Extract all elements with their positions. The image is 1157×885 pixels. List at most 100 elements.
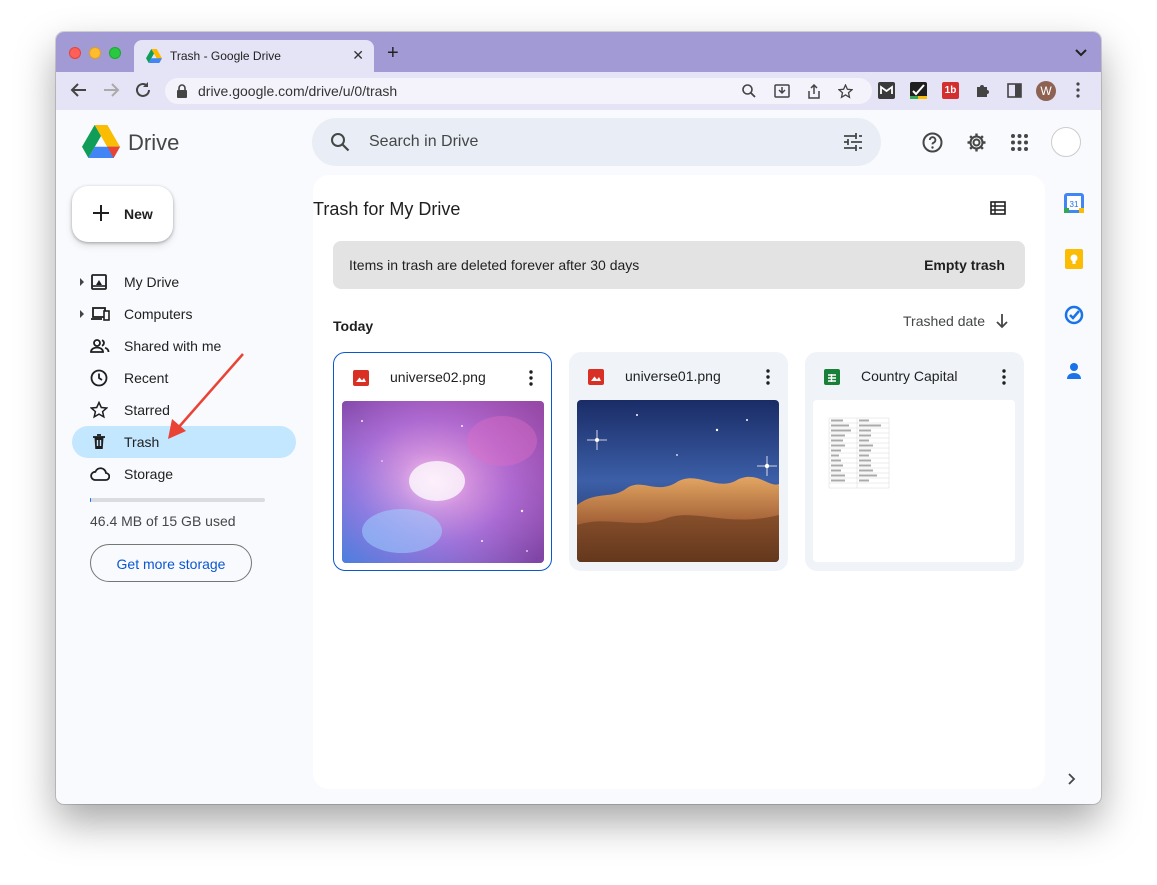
trash-icon	[90, 433, 108, 456]
sidebar-item-computers[interactable]: Computers	[72, 298, 296, 330]
tb-extension-icon[interactable]: 1b	[942, 82, 959, 99]
sidebar-item-label: Computers	[124, 306, 193, 322]
sidebar-item-label: Trash	[124, 434, 160, 450]
sort-direction-arrow-icon[interactable]	[995, 313, 1009, 334]
calendar-app-icon[interactable]: 31	[1064, 193, 1084, 218]
help-icon[interactable]	[922, 132, 943, 158]
tab-strip: Trash - Google Drive ✕ +	[56, 32, 1101, 72]
file-name: Country Capital	[861, 368, 958, 384]
search-options-icon[interactable]	[843, 133, 863, 156]
chevron-right-icon[interactable]	[1068, 772, 1076, 790]
new-button[interactable]: New	[72, 186, 173, 242]
keep-app-icon[interactable]	[1064, 249, 1084, 274]
share-icon[interactable]	[807, 83, 821, 104]
sort-button[interactable]: Trashed date	[903, 313, 985, 329]
gmail-extension-icon[interactable]	[878, 82, 895, 99]
my-drive-icon	[90, 273, 108, 296]
browser-tab[interactable]: Trash - Google Drive ✕	[134, 40, 374, 72]
computers-icon	[90, 305, 110, 328]
browser-toolbar: drive.google.com/drive/u/0/trash 1b W	[56, 72, 1101, 110]
image-file-icon	[353, 370, 369, 391]
get-more-storage-label: Get more storage	[116, 556, 226, 572]
tab-title: Trash - Google Drive	[170, 49, 281, 63]
puzzle-extensions-icon[interactable]	[974, 82, 991, 99]
apps-grid-icon[interactable]	[1011, 134, 1028, 156]
storage-usage-fill	[90, 498, 91, 502]
browser-menu-icon[interactable]	[1076, 82, 1080, 103]
back-arrow-icon[interactable]	[70, 81, 88, 104]
search-input[interactable]: Search in Drive	[369, 133, 478, 151]
bookmark-star-icon[interactable]	[837, 83, 854, 104]
drive-favicon-icon	[146, 49, 162, 68]
file-name: universe01.png	[625, 368, 721, 384]
minimize-window-button[interactable]	[89, 47, 101, 59]
settings-gear-icon[interactable]	[966, 132, 987, 158]
more-options-icon[interactable]	[766, 369, 770, 390]
sidebar-item-label: My Drive	[124, 274, 180, 290]
search-bar[interactable]: Search in Drive	[312, 118, 881, 166]
file-name: universe02.png	[390, 369, 486, 385]
sidebar-item-label: Starred	[124, 402, 170, 418]
tasks-app-icon[interactable]	[1064, 305, 1084, 330]
forward-arrow-icon[interactable]	[102, 81, 120, 104]
file-thumbnail	[342, 401, 544, 563]
expand-arrow-icon[interactable]	[80, 310, 84, 318]
drive-logo-icon[interactable]	[82, 125, 120, 163]
more-options-icon[interactable]	[1002, 369, 1006, 390]
new-button-label: New	[124, 206, 153, 222]
install-icon[interactable]	[774, 84, 790, 103]
sidebar-item-my-drive[interactable]: My Drive	[72, 266, 296, 298]
more-options-icon[interactable]	[529, 370, 533, 391]
empty-trash-button[interactable]: Empty trash	[924, 257, 1005, 273]
address-bar[interactable]: drive.google.com/drive/u/0/trash	[165, 78, 872, 104]
banner-text: Items in trash are deleted forever after…	[349, 257, 640, 273]
contacts-app-icon[interactable]	[1064, 361, 1084, 386]
plus-icon	[90, 202, 112, 229]
close-tab-icon[interactable]: ✕	[352, 47, 364, 64]
sidebar-item-storage[interactable]: Storage	[72, 458, 296, 490]
url-text: drive.google.com/drive/u/0/trash	[198, 83, 398, 99]
sidebar-item-recent[interactable]: Recent	[72, 362, 296, 394]
shared-icon	[90, 337, 110, 360]
checkmark-extension-icon[interactable]	[910, 82, 927, 99]
maximize-window-button[interactable]	[109, 47, 121, 59]
trash-info-banner: Items in trash are deleted forever after…	[333, 241, 1025, 289]
account-avatar[interactable]	[1051, 127, 1081, 157]
file-thumbnail	[577, 400, 779, 562]
file-thumbnail	[813, 400, 1015, 562]
file-card[interactable]: Country Capital	[805, 352, 1024, 571]
chevron-down-icon[interactable]	[1075, 44, 1087, 62]
sidebar-item-label: Recent	[124, 370, 169, 386]
svg-text:31: 31	[1070, 200, 1079, 209]
new-tab-icon[interactable]: +	[387, 42, 399, 65]
file-card[interactable]: universe02.png	[333, 352, 552, 571]
profile-avatar[interactable]: W	[1036, 81, 1056, 101]
sidebar-item-shared-with-me[interactable]: Shared with me	[72, 330, 296, 362]
list-view-icon[interactable]	[990, 201, 1006, 220]
sidebar-item-label: Storage	[124, 466, 174, 482]
lock-icon	[176, 84, 188, 103]
storage-usage-text: 46.4 MB of 15 GB used	[90, 513, 236, 529]
storage-usage-bar	[90, 498, 265, 502]
close-window-button[interactable]	[69, 47, 81, 59]
sidebar-item-trash[interactable]: Trash	[72, 426, 296, 458]
browser-window: Trash - Google Drive ✕ + drive.google.co…	[56, 32, 1101, 804]
sidebar-item-starred[interactable]: Starred	[72, 394, 296, 426]
zoom-search-icon[interactable]	[742, 84, 756, 103]
reload-icon[interactable]	[134, 81, 152, 104]
spreadsheet-file-icon	[824, 369, 840, 390]
star-icon	[89, 400, 109, 424]
clock-icon	[90, 369, 108, 392]
get-more-storage-button[interactable]: Get more storage	[90, 544, 252, 582]
cloud-icon	[90, 465, 111, 488]
side-panel-icon[interactable]	[1006, 82, 1023, 99]
image-file-icon	[588, 369, 604, 390]
app-name: Drive	[128, 130, 180, 155]
expand-arrow-icon[interactable]	[80, 278, 84, 286]
file-card[interactable]: universe01.png	[569, 352, 788, 571]
page-title: Trash for My Drive	[313, 199, 461, 219]
search-icon[interactable]	[330, 132, 350, 157]
main-content: Trash for My Drive Items in trash are de…	[313, 175, 1045, 789]
section-heading: Today	[333, 318, 374, 334]
sidebar-item-label: Shared with me	[124, 338, 222, 354]
